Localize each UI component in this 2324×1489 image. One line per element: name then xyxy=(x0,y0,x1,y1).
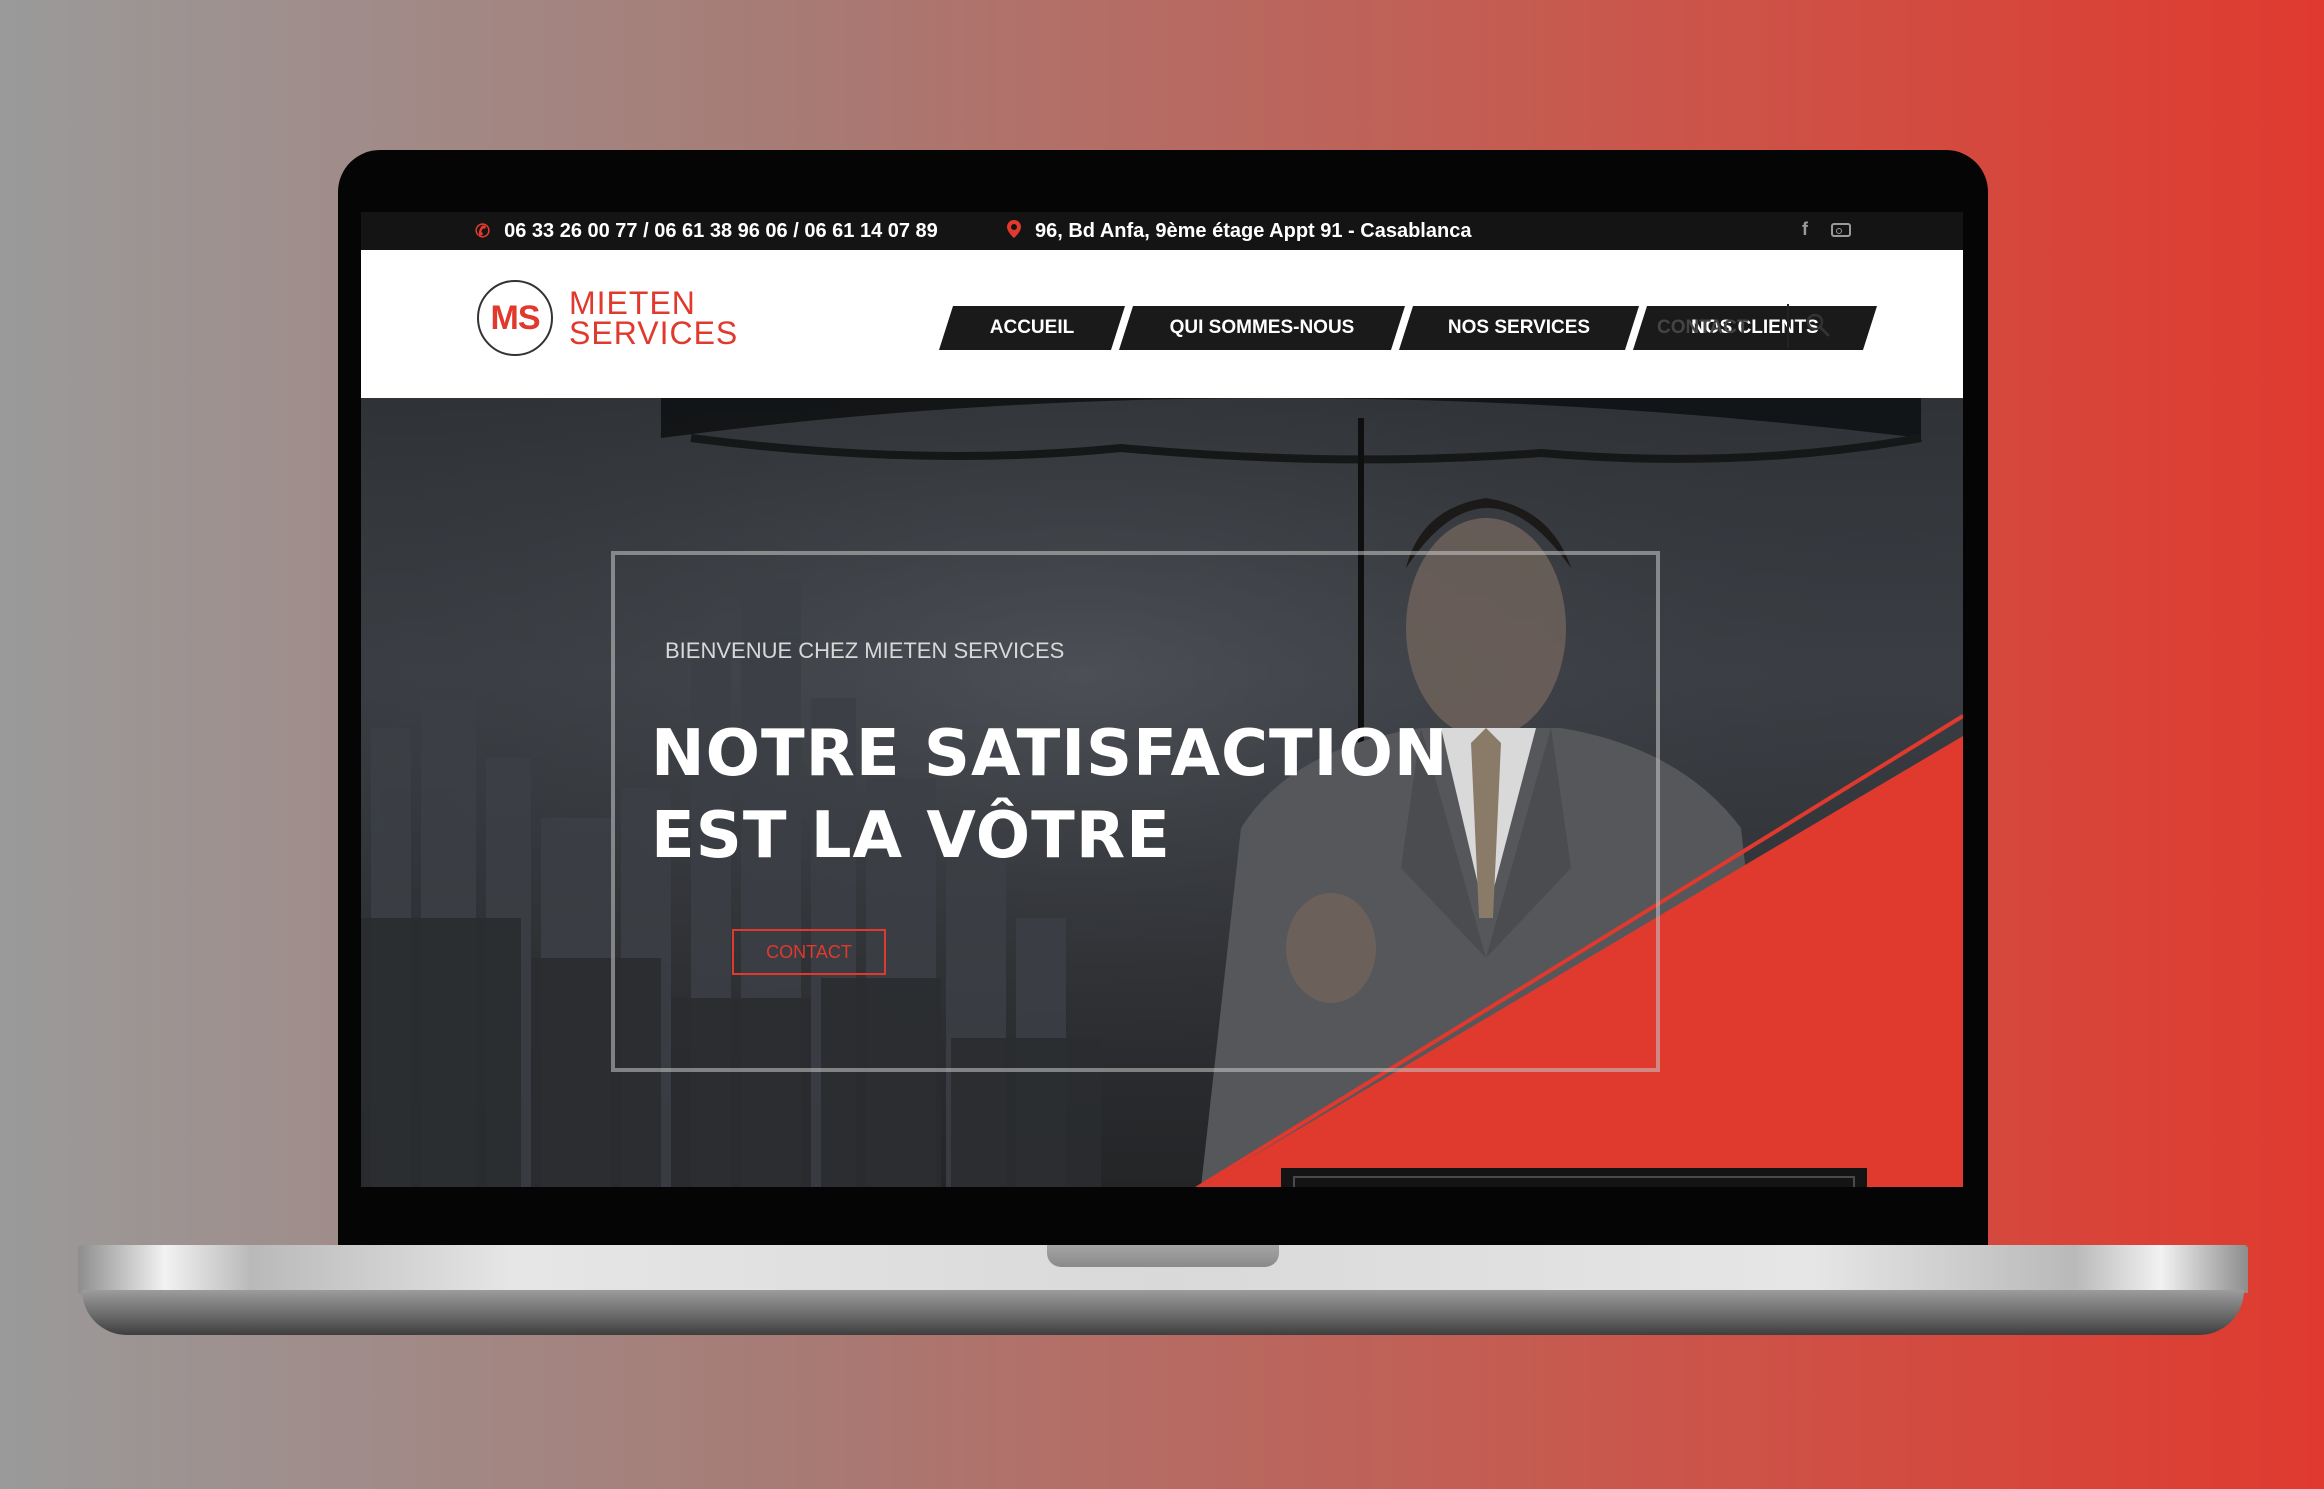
logo-line-2: SERVICES xyxy=(569,315,739,351)
instagram-icon[interactable] xyxy=(1831,219,1851,242)
hero-title-line-1: NOTRE SATISFACTION xyxy=(651,717,1449,791)
hero-contact-button[interactable]: CONTACT xyxy=(732,929,886,975)
laptop-screen: ✆ 06 33 26 00 77 / 06 61 38 96 06 / 06 6… xyxy=(361,212,1963,1187)
bottom-panel-peek xyxy=(1281,1168,1867,1187)
hero-title-line-2: EST LA VÔTRE xyxy=(651,799,1171,873)
address: 96, Bd Anfa, 9ème étage Appt 91 - Casabl… xyxy=(1007,220,1471,243)
site-header: MS MIETEN SERVICES ACCUEIL QUI SOMMES-NO… xyxy=(361,250,1963,398)
logo-line-1: MIETEN xyxy=(569,285,696,321)
address-text: 96, Bd Anfa, 9ème étage Appt 91 - Casabl… xyxy=(1035,220,1472,242)
facebook-icon[interactable]: f xyxy=(1795,219,1815,242)
map-marker-icon xyxy=(1007,220,1021,243)
nav-item-nos-services[interactable]: NOS SERVICES xyxy=(1399,306,1639,350)
hero-title: NOTRE SATISFACTION EST LA VÔTRE xyxy=(651,713,1448,877)
phone-numbers-text: 06 33 26 00 77 / 06 61 38 96 06 / 06 61 … xyxy=(504,220,938,242)
logo-monogram[interactable]: MS xyxy=(477,280,553,356)
top-info-bar: ✆ 06 33 26 00 77 / 06 61 38 96 06 / 06 6… xyxy=(361,212,1963,250)
nav-item-contact[interactable]: CONTACT xyxy=(1657,306,1748,350)
hero-eyebrow: BIENVENUE CHEZ MIETEN SERVICES xyxy=(665,638,1065,663)
laptop-notch xyxy=(1047,1245,1279,1267)
hero-section: BIENVENUE CHEZ MIETEN SERVICES NOTRE SAT… xyxy=(361,398,1963,1187)
laptop-base-bottom xyxy=(82,1290,2244,1335)
logo-text[interactable]: MIETEN SERVICES xyxy=(569,285,739,351)
phone-icon: ✆ xyxy=(475,221,491,241)
nav-item-accueil[interactable]: ACCUEIL xyxy=(939,306,1125,350)
phone-numbers[interactable]: ✆ 06 33 26 00 77 / 06 61 38 96 06 / 06 6… xyxy=(475,220,938,243)
search-icon[interactable] xyxy=(1805,312,1831,338)
nav-item-qui-sommes-nous[interactable]: QUI SOMMES-NOUS xyxy=(1119,306,1405,350)
social-links: f xyxy=(1795,219,1851,242)
nav-divider xyxy=(1787,304,1789,348)
bottom-panel-frame xyxy=(1293,1176,1855,1187)
